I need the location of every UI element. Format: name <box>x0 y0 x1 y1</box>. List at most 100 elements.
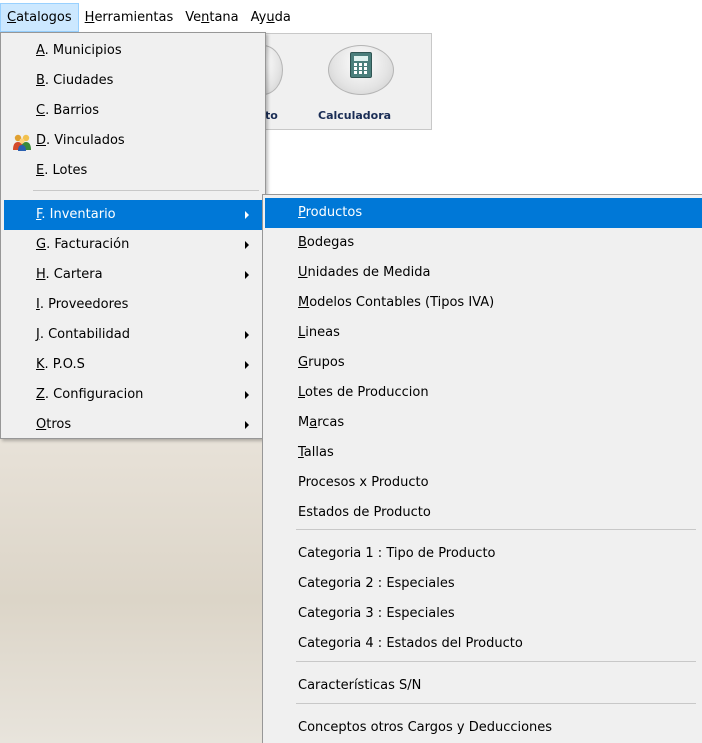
catalogos-dropdown: A. Municipios B. Ciudades C. Barrios D. Vin… <box>0 32 266 439</box>
menu-separator <box>33 190 259 191</box>
access-key: E <box>36 163 45 178</box>
menu-item-z-configuracion[interactable]: Z. Configuracion <box>4 380 262 410</box>
submenu-item-bodegas[interactable]: Bodegas <box>265 228 702 258</box>
label-text: . Cartera <box>45 267 103 282</box>
label-text: odelos Contables (Tipos IVA) <box>309 295 495 310</box>
calculator-icon <box>350 52 372 78</box>
label-text: rcas <box>317 415 345 430</box>
menubar-item-Herramientas[interactable]: Herramientas <box>79 3 180 32</box>
menu-item-i-proveedores[interactable]: I. Proveedores <box>4 290 262 320</box>
submenu-separator <box>296 529 696 530</box>
access-key: K <box>36 357 45 372</box>
access-key: C <box>36 103 46 118</box>
access-key: Z <box>36 387 45 402</box>
label-text: tros <box>46 417 72 432</box>
content-area <box>262 131 702 196</box>
access-key: O <box>36 417 47 432</box>
access-key: H <box>84 10 95 25</box>
inventario-submenu: Productos Bodegas Unidades de Medida Modelo… <box>262 194 702 743</box>
submenu-item-conceptos-otros-cargos-y-deducciones[interactable]: Conceptos otros Cargos y Deducciones <box>265 713 702 743</box>
submenu-item-productos[interactable]: Productos <box>265 198 702 228</box>
submenu-separator <box>296 661 696 662</box>
access-key: M <box>298 295 310 310</box>
toolbar: to Calculadora <box>243 33 432 130</box>
submenu-arrow-icon <box>245 271 249 279</box>
label-text: tana <box>209 10 239 25</box>
label-text: Categoria 4 : Estados del Producto <box>298 636 523 651</box>
menubar-item-Ayuda[interactable]: Ayuda <box>245 3 297 32</box>
label-text: . Contabilidad <box>39 327 130 342</box>
menu-item-k-p-o-s[interactable]: K. P.O.S <box>4 350 262 380</box>
access-key: P <box>298 205 306 220</box>
submenu-arrow-icon <box>245 331 249 339</box>
submenu-item-modelos-contables-tipos-iva[interactable]: Modelos Contables (Tipos IVA) <box>265 288 702 318</box>
submenu-separator <box>296 703 696 704</box>
label-text: . P.O.S <box>44 357 85 372</box>
access-key: B <box>36 73 45 88</box>
label-prefix: Ay <box>250 10 267 25</box>
submenu-item-estados-de-producto[interactable]: Estados de Producto <box>265 498 702 528</box>
menubar-item-Catalogos[interactable]: Catalogos <box>0 3 79 32</box>
label-text: . Facturación <box>46 237 130 252</box>
label-text: Categoria 1 : Tipo de Producto <box>298 546 496 561</box>
submenu-arrow-icon <box>245 361 249 369</box>
submenu-item-lineas[interactable]: Lineas <box>265 318 702 348</box>
submenu-item-categoria-2-especiales[interactable]: Categoria 2 : Especiales <box>265 569 702 599</box>
label-text: . Proveedores <box>39 297 129 312</box>
access-key: C <box>7 10 17 25</box>
label-text: . Vinculados <box>46 133 125 148</box>
submenu-item-lotes-de-produccion[interactable]: Lotes de Produccion <box>265 378 702 408</box>
label-text: da <box>274 10 291 25</box>
submenu-item-tallas[interactable]: Tallas <box>265 438 702 468</box>
toolbar-prev-label: to <box>265 109 278 122</box>
label-text: otes de Produccion <box>305 385 429 400</box>
menu-item-j-contabilidad[interactable]: J. Contabilidad <box>4 320 262 350</box>
menubar-item-Ventana[interactable]: Ventana <box>179 3 244 32</box>
submenu-item-grupos[interactable]: Grupos <box>265 348 702 378</box>
submenu-item-categoria-1-tipo-de-producto[interactable]: Categoria 1 : Tipo de Producto <box>265 539 702 569</box>
label-text: ineas <box>305 325 340 340</box>
label-text: Conceptos otros Cargos y Deducciones <box>298 720 553 735</box>
submenu-arrow-icon <box>245 241 249 249</box>
label-text: . Inventario <box>41 207 116 222</box>
label-text: . Ciudades <box>44 73 114 88</box>
submenu-item-características-s-n[interactable]: Características S/N <box>265 671 702 701</box>
submenu-item-procesos-x-producto[interactable]: Procesos x Producto <box>265 468 702 498</box>
label-text: allas <box>303 445 334 460</box>
submenu-arrow-icon <box>245 211 249 219</box>
menu-item-otros[interactable]: Otros <box>4 410 262 440</box>
label-text: roductos <box>305 205 363 220</box>
submenu-item-marcas[interactable]: Marcas <box>265 408 702 438</box>
access-key: G <box>36 237 47 252</box>
access-key: a <box>309 415 318 430</box>
menu-item-c-barrios[interactable]: C. Barrios <box>4 96 262 126</box>
submenu-arrow-icon <box>245 391 249 399</box>
access-key: U <box>298 265 308 280</box>
label-text: . Barrios <box>45 103 100 118</box>
menu-item-a-municipios[interactable]: A. Municipios <box>4 36 262 66</box>
access-key: B <box>298 235 307 250</box>
menu-item-f-inventario[interactable]: F. Inventario <box>4 200 262 230</box>
access-key: A <box>36 43 45 58</box>
submenu-item-categoria-4-estados-del-producto[interactable]: Categoria 4 : Estados del Producto <box>265 629 702 659</box>
menu-item-h-cartera[interactable]: H. Cartera <box>4 260 262 290</box>
menu-item-e-lotes[interactable]: E. Lotes <box>4 156 262 186</box>
label-text: rupos <box>308 355 345 370</box>
menu-item-d-vinculados[interactable]: D. Vinculados <box>4 126 262 156</box>
menu-item-b-ciudades[interactable]: B. Ciudades <box>4 66 262 96</box>
label-text: Características S/N <box>298 678 422 693</box>
label-text: Procesos x Producto <box>298 475 429 490</box>
people-group-icon <box>13 134 31 151</box>
label-text: nidades de Medida <box>307 265 431 280</box>
label-text: Estados de Producto <box>298 505 431 520</box>
submenu-item-categoria-3-especiales[interactable]: Categoria 3 : Especiales <box>265 599 702 629</box>
access-key: G <box>298 355 309 370</box>
calculator-label: Calculadora <box>318 109 392 122</box>
menu-item-g-facturación[interactable]: G. Facturación <box>4 230 262 260</box>
label-text: Categoria 2 : Especiales <box>298 576 455 591</box>
menu-bar: Catalogos Herramientas Ventana Ayuda <box>0 0 702 33</box>
label-prefix: M <box>298 415 310 430</box>
submenu-item-unidades-de-medida[interactable]: Unidades de Medida <box>265 258 702 288</box>
submenu-arrow-icon <box>245 421 249 429</box>
label-text: . Municipios <box>44 43 122 58</box>
